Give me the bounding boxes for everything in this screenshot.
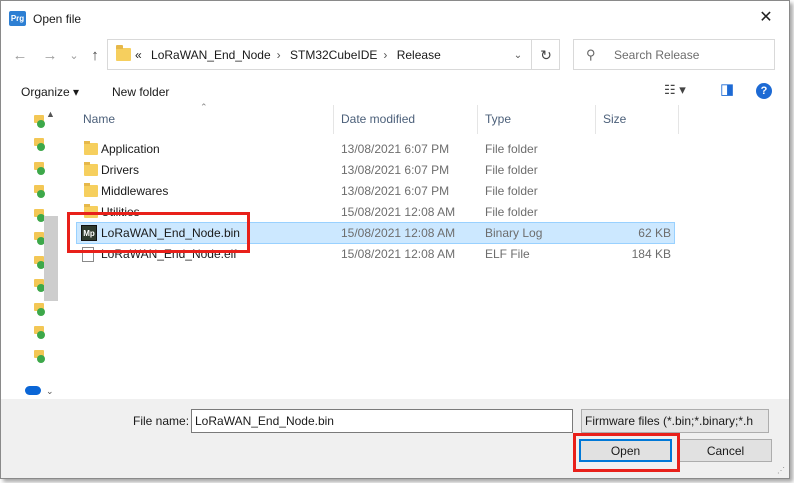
folder-icon xyxy=(84,162,98,176)
up-button[interactable]: ↑ xyxy=(86,45,104,65)
breadcrumb-item[interactable]: STM32CubeIDE xyxy=(290,48,377,62)
file-row[interactable]: Application 13/08/2021 6:07 PM File fold… xyxy=(76,139,675,160)
nav-pane-item[interactable] xyxy=(34,301,46,316)
file-date: 15/08/2021 12:08 AM xyxy=(341,247,456,261)
file-row[interactable]: Middlewares 13/08/2021 6:07 PM File fold… xyxy=(76,181,675,202)
column-header-size[interactable]: Size xyxy=(596,105,679,134)
breadcrumb-separator[interactable]: › xyxy=(277,48,281,62)
chevron-down-icon[interactable]: ⌄ xyxy=(46,386,54,397)
file-size: 184 KB xyxy=(631,247,671,261)
chevron-down-icon: ⌄ xyxy=(69,49,79,62)
sync-status-icon xyxy=(37,331,45,339)
sync-status-icon xyxy=(37,355,45,363)
help-icon[interactable]: ? xyxy=(756,83,772,99)
cancel-button[interactable]: Cancel xyxy=(679,439,772,462)
file-date: 15/08/2021 12:08 AM xyxy=(341,205,456,219)
nav-pane-item[interactable] xyxy=(34,113,46,128)
organize-menu[interactable]: Organize ▾ xyxy=(21,85,79,99)
close-icon: ✕ xyxy=(759,9,773,26)
title-bar: Prg Open file ✕ xyxy=(1,1,789,37)
folder-icon xyxy=(84,141,98,155)
sync-status-icon xyxy=(37,120,45,128)
search-icon: ⚲ xyxy=(586,47,596,62)
dialog-title: Open file xyxy=(33,12,82,26)
preview-pane-button[interactable]: ◨ xyxy=(720,80,734,98)
divider xyxy=(531,40,532,69)
file-type-filter-select[interactable]: Firmware files (*.bin;*.binary;*.h xyxy=(581,409,769,433)
resize-grip-icon[interactable]: ⋰ xyxy=(777,466,785,475)
back-arrow-icon: ← xyxy=(12,46,28,64)
file-name: Drivers xyxy=(101,163,139,177)
new-folder-button[interactable]: New folder xyxy=(112,85,169,99)
open-file-dialog: Prg Open file ✕ ← → ⌄ ↑ « LoRaWAN_End_No… xyxy=(0,0,790,479)
file-type: Binary Log xyxy=(485,226,543,240)
navigation-pane-scrollbar[interactable] xyxy=(44,216,58,301)
breadcrumb-separator[interactable]: › xyxy=(383,48,387,62)
preview-pane-icon: ◨ xyxy=(720,81,735,98)
file-type: File folder xyxy=(485,184,538,198)
file-type: ELF File xyxy=(485,247,530,261)
refresh-button[interactable]: ↻ xyxy=(536,45,556,65)
file-name: Application xyxy=(101,142,160,156)
sync-status-icon xyxy=(37,308,45,316)
column-header-date-modified[interactable]: Date modified xyxy=(334,105,478,134)
file-date: 13/08/2021 6:07 PM xyxy=(341,163,450,177)
file-name-label: File name: xyxy=(133,414,190,428)
column-header-type[interactable]: Type xyxy=(478,105,596,134)
recent-locations-button[interactable]: ⌄ xyxy=(65,45,83,65)
folder-icon xyxy=(84,183,98,197)
onedrive-cloud-icon[interactable] xyxy=(25,386,41,395)
nav-pane-item[interactable] xyxy=(34,136,46,151)
highlight-box-open xyxy=(573,433,680,472)
scroll-up-arrow-icon[interactable]: ▲ xyxy=(46,109,55,119)
file-name-input[interactable]: LoRaWAN_End_Node.bin xyxy=(191,409,573,433)
breadcrumb-item[interactable]: LoRaWAN_End_Node xyxy=(151,48,271,62)
file-row[interactable]: Drivers 13/08/2021 6:07 PM File folder xyxy=(76,160,675,181)
app-icon: Prg xyxy=(9,11,26,26)
file-type: File folder xyxy=(485,163,538,177)
breadcrumb-overflow[interactable]: « xyxy=(135,48,142,62)
file-type: File folder xyxy=(485,205,538,219)
nav-pane-item[interactable] xyxy=(34,324,46,339)
nav-pane-item[interactable] xyxy=(34,348,46,363)
highlight-box-file xyxy=(67,212,250,253)
sync-status-icon xyxy=(37,167,45,175)
nav-pane-item[interactable] xyxy=(34,183,46,198)
file-name: Middlewares xyxy=(101,184,169,198)
file-date: 13/08/2021 6:07 PM xyxy=(341,142,450,156)
sync-status-icon xyxy=(37,190,45,198)
view-icon: ☷ ▾ xyxy=(664,82,686,97)
file-date: 15/08/2021 12:08 AM xyxy=(341,226,456,240)
nav-pane-item[interactable] xyxy=(34,160,46,175)
breadcrumb: « LoRaWAN_End_Node › STM32CubeIDE › Releas… xyxy=(135,48,447,62)
sync-status-icon xyxy=(37,143,45,151)
back-button[interactable]: ← xyxy=(11,45,29,65)
chevron-down-icon: ⌄ xyxy=(513,49,523,61)
file-size: 62 KB xyxy=(638,226,671,240)
folder-icon xyxy=(116,45,131,61)
search-box[interactable]: ⚲ Search Release xyxy=(573,39,775,70)
column-header-name[interactable]: Name xyxy=(76,105,334,134)
up-arrow-icon: ↑ xyxy=(91,46,99,64)
address-bar[interactable]: « LoRaWAN_End_Node › STM32CubeIDE › Releas… xyxy=(107,39,560,70)
breadcrumb-item[interactable]: Release xyxy=(397,48,441,62)
refresh-icon: ↻ xyxy=(540,46,552,63)
close-button[interactable]: ✕ xyxy=(743,1,789,33)
search-input[interactable]: Search Release xyxy=(614,48,699,62)
forward-button[interactable]: → xyxy=(41,45,59,65)
forward-arrow-icon: → xyxy=(42,46,58,64)
file-date: 13/08/2021 6:07 PM xyxy=(341,184,450,198)
change-view-button[interactable]: ☷ ▾ xyxy=(664,82,686,98)
file-type: File folder xyxy=(485,142,538,156)
address-dropdown-button[interactable]: ⌄ xyxy=(508,46,528,64)
